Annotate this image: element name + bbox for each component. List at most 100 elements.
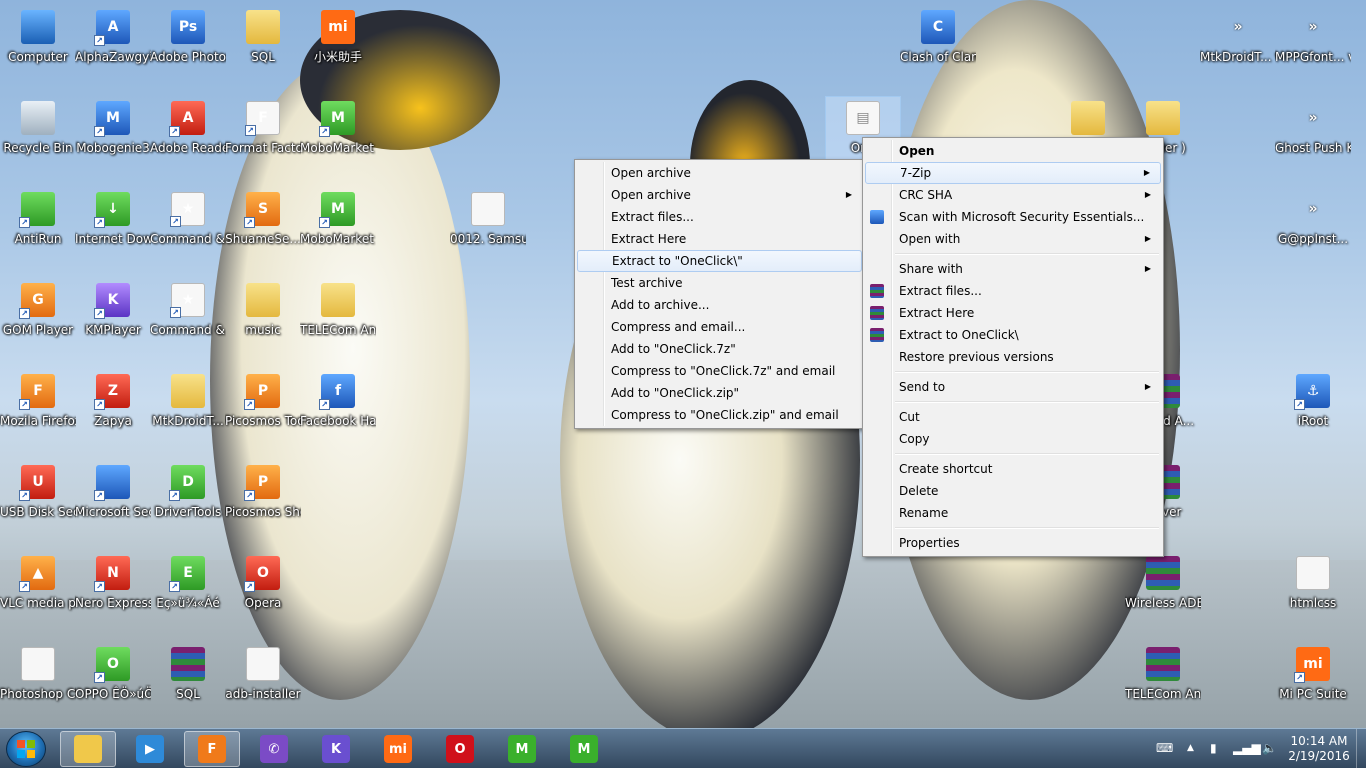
menu-item[interactable]: Open archive [577, 162, 862, 184]
keyboard-icon[interactable]: ⌨ [1156, 741, 1173, 755]
desktop-icon[interactable]: C Clash of Clan Myanmar ... [900, 6, 976, 96]
desktop-icon[interactable]: music [225, 279, 301, 369]
taskbar-viber-button[interactable]: ✆ [246, 731, 302, 767]
desktop-icon[interactable]: adb-installer [225, 643, 301, 728]
device-icon[interactable]: ▮ [1210, 741, 1217, 755]
desktop-icon[interactable]: O↗ OPPO ÊÖ»úÖúÊÖ [75, 643, 151, 728]
desktop-icon[interactable]: E ↗ Eç»ü¾«Áé [150, 552, 226, 642]
menu-item[interactable]: Add to "OneClick.7z" [577, 338, 862, 360]
menu-item[interactable]: Extract to OneClick\ [865, 324, 1161, 346]
shortcut-arrow-icon: » [1296, 101, 1330, 135]
desktop-icon[interactable]: ▲↗ VLC media player [0, 552, 76, 642]
menu-item[interactable]: Extract to "OneClick\" [577, 250, 862, 272]
taskbar-mobomarket-ios-button[interactable]: M [556, 731, 612, 767]
menu-item[interactable]: CRC SHA ▶ [865, 184, 1161, 206]
menu-item[interactable]: Extract Here [865, 302, 1161, 324]
menu-item[interactable]: Open archive ▶ [577, 184, 862, 206]
desktop-icon[interactable]: S ↗ ShuameSe... [225, 188, 301, 278]
desktop-icon[interactable]: ↗ AntiRun [0, 188, 76, 278]
desktop-icon[interactable]: f↗Facebook Hacker Pro [300, 370, 376, 460]
desktop-icon[interactable]: P↗ Picosmos Tools [225, 370, 301, 460]
desktop-icon[interactable]: Photoshop CS5 keygen [0, 643, 76, 728]
desktop-icon[interactable]: F ↗ Mozila Firefox [0, 370, 76, 460]
menu-item[interactable]: 7-Zip ▶ [865, 162, 1161, 184]
desktop-icon[interactable]: D ↗ DriverTools [150, 461, 226, 551]
desktop-icon[interactable]: » MtkDroidT... v2.5.3 [1200, 6, 1276, 96]
desktop-icon[interactable]: Recycle Bin [0, 97, 76, 187]
desktop-icon[interactable]: Computer [0, 6, 76, 96]
desktop-icon[interactable]: » MPPGfont... v.1.5 [1275, 6, 1351, 96]
desktop-icon[interactable]: Ps Adobe Photosh... [150, 6, 226, 96]
start-button[interactable] [6, 731, 46, 767]
desktop-icon[interactable]: K ↗ KMPlayer [75, 279, 151, 369]
desktop-icon[interactable]: ★↗ Command & Conquer ... [150, 188, 226, 278]
desktop-icon[interactable]: A ↗ AlphaZawgyi [75, 6, 151, 96]
desktop-icon[interactable]: » Ghost Push Killer PRO_ [1275, 97, 1351, 187]
menu-item[interactable]: Copy [865, 428, 1161, 450]
menu-item-label: Add to "OneClick.7z" [611, 342, 736, 356]
desktop-icon-label: Adobe Reader XI [150, 141, 226, 155]
taskbar-opera-button[interactable]: O [432, 731, 488, 767]
desktop-icon[interactable]: Z ↗ Zapya [75, 370, 151, 460]
menu-item[interactable]: Extract Here [577, 228, 862, 250]
desktop-icon[interactable]: ★↗ Command & Conquer ... [150, 279, 226, 369]
desktop-icon[interactable]: M↗ MoboMarket For iOS [300, 188, 376, 278]
taskbar-explorer-button[interactable] [60, 731, 116, 767]
menu-item[interactable]: Delete [865, 480, 1161, 502]
menu-item[interactable]: Compress to "OneClick.7z" and email [577, 360, 862, 382]
menu-item[interactable]: Scan with Microsoft Security Essentials.… [865, 206, 1161, 228]
menu-item[interactable]: Share with ▶ [865, 258, 1161, 280]
desktop-icon[interactable]: O ↗ Opera [225, 552, 301, 642]
taskbar-media-player-button[interactable]: ▶ [122, 731, 178, 767]
desktop-icon[interactable]: G ↗ GOM Player [0, 279, 76, 369]
taskbar-mobomarket-button[interactable]: M [494, 731, 550, 767]
menu-item[interactable]: Test archive [577, 272, 862, 294]
show-desktop-button[interactable] [1356, 729, 1366, 768]
clock[interactable]: 10:14 AM 2/19/2016 [1284, 734, 1354, 764]
desktop-icon[interactable]: ⚓ ↗ iRoot [1275, 370, 1351, 460]
desktop-icon[interactable]: SQL [225, 6, 301, 96]
menu-item[interactable]: Open with ▶ [865, 228, 1161, 250]
opera-icon: O [446, 735, 474, 763]
taskbar-kmplayer-button[interactable]: K [308, 731, 364, 767]
menu-item[interactable]: Cut [865, 406, 1161, 428]
desktop-icon[interactable]: TELECom Android A... [1125, 643, 1201, 728]
menu-item[interactable]: Open [865, 140, 1161, 162]
desktop-icon[interactable]: F↗ Format Factory [225, 97, 301, 187]
volume-icon[interactable]: 🔈 [1262, 741, 1277, 755]
desktop-icon[interactable]: mi 小米助手 [300, 6, 376, 96]
desktop-icon[interactable]: ↗ Microsoft Securit... [75, 461, 151, 551]
menu-item[interactable]: Add to "OneClick.zip" [577, 382, 862, 404]
desktop-icon[interactable]: M↗ MoboMarket For Android [300, 97, 376, 187]
show-hidden-icons-icon[interactable]: ▲ [1187, 743, 1194, 753]
menu-item[interactable]: Properties [865, 532, 1161, 554]
desktop-icon[interactable]: mi ↗ Mi PC Suite [1275, 643, 1351, 728]
menu-item[interactable]: Add to archive... [577, 294, 862, 316]
network-signal-icon[interactable]: ▂▄▆ [1233, 741, 1261, 755]
desktop-icon[interactable]: A↗ Adobe Reader XI [150, 97, 226, 187]
desktop-icon[interactable]: MtkDroidT... [150, 370, 226, 460]
taskbar-mi-button[interactable]: mi [370, 731, 426, 767]
menu-item[interactable]: Create shortcut [865, 458, 1161, 480]
shortcut-arrow-icon: ↗ [170, 216, 181, 227]
menu-item[interactable]: Compress to "OneClick.zip" and email [577, 404, 862, 426]
menu-item[interactable]: Rename [865, 502, 1161, 524]
desktop-icon[interactable]: U↗ USB Disk Security [0, 461, 76, 551]
menu-item[interactable]: Restore previous versions [865, 346, 1161, 368]
desktop-icon[interactable]: » G@ppInst... [1275, 188, 1351, 278]
desktop-icon[interactable]: SQL [150, 643, 226, 728]
desktop-icon[interactable]: M ↗ Mobogenie3 [75, 97, 151, 187]
desktop-icon[interactable]: htmlcss [1275, 552, 1351, 642]
desktop-icon[interactable]: P↗ Picosmos Shows [225, 461, 301, 551]
taskbar-firefox-button[interactable]: F [184, 731, 240, 767]
desktop-icon[interactable]: N ↗ Nero Express [75, 552, 151, 642]
menu-item[interactable]: Send to ▶ [865, 376, 1161, 398]
desktop-icon[interactable]: TELECom Android A... [300, 279, 376, 369]
desktop-icon[interactable]: 0012. Samsung ... [450, 188, 526, 278]
menu-item[interactable]: Extract files... [577, 206, 862, 228]
desktop-icon[interactable]: ↓↗ Internet Downlo... [75, 188, 151, 278]
menu-item[interactable]: Compress and email... [577, 316, 862, 338]
desktop-icon[interactable]: Wireless ADB [1125, 552, 1201, 642]
menu-item[interactable]: Extract files... [865, 280, 1161, 302]
icon-glyph-text: Z [107, 383, 119, 399]
